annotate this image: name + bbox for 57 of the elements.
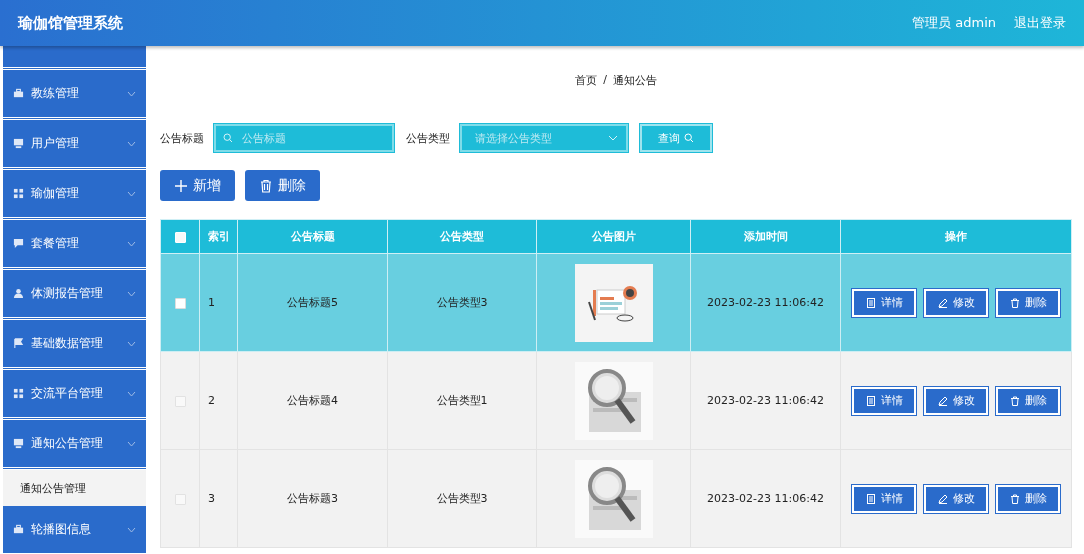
table-cell: 公告类型3	[387, 253, 537, 352]
delete-button[interactable]: 删除	[996, 386, 1060, 415]
edit-button[interactable]: 修改	[924, 288, 988, 317]
delete-button[interactable]: 删除	[996, 288, 1060, 317]
table-cell: 1	[199, 253, 238, 352]
menu-item[interactable]: 教练管理	[3, 70, 146, 120]
breadcrumb-current: 通知公告	[612, 73, 657, 89]
column-header: 索引	[199, 219, 238, 254]
delete-button[interactable]: 删除	[996, 484, 1060, 513]
table-cell: 2	[199, 351, 238, 450]
edit-button[interactable]: 修改	[924, 484, 988, 513]
column-header: 操作	[840, 219, 1072, 254]
app-title: 瑜伽馆管理系统	[18, 13, 124, 33]
menu-label: 基础数据管理	[31, 335, 104, 352]
menu-label: 用户管理	[31, 135, 80, 152]
menu-item[interactable]: 轮播图信息	[3, 506, 146, 554]
table-cell: 3	[199, 449, 238, 548]
menu-item[interactable]: 通知公告管理	[3, 420, 146, 470]
submenu-item[interactable]: 通知公告管理	[3, 470, 146, 506]
menu-item[interactable]: 交流平台管理	[3, 370, 146, 420]
user-label: 管理员 admin	[912, 14, 996, 32]
menu-item[interactable]: 体测报告管理	[3, 270, 146, 320]
add-button[interactable]: 新增	[160, 170, 235, 201]
delete-button[interactable]: 删除	[245, 170, 320, 201]
table-cell: 公告标题4	[237, 351, 388, 450]
field-label: 公告类型	[406, 130, 450, 146]
search-field[interactable]: 公告标题	[214, 124, 394, 152]
edit-button[interactable]: 修改	[924, 386, 988, 415]
table-cell: 公告标题5	[237, 253, 388, 352]
column-header: 添加时间	[690, 219, 841, 254]
menu-item[interactable]: 基础数据管理	[3, 320, 146, 370]
column-header: 公告标题	[237, 219, 388, 254]
menu-item[interactable]: 瑜伽管理	[3, 170, 146, 220]
menu-label: 套餐管理	[31, 235, 80, 252]
details-button[interactable]: 详情	[852, 288, 916, 317]
field-label: 公告标题	[160, 130, 204, 146]
menu-label: 轮播图信息	[31, 521, 92, 538]
details-button[interactable]: 详情	[852, 484, 916, 513]
column-header: 公告类型	[387, 219, 537, 254]
table-cell: 2023-02-23 11:06:42	[690, 351, 841, 450]
menu-label: 教练管理	[31, 85, 80, 102]
menu-item[interactable]: 套餐管理	[3, 220, 146, 270]
menu-label: 交流平台管理	[31, 385, 104, 402]
table-cell: 公告标题3	[237, 449, 388, 548]
breadcrumb-separator: /	[603, 73, 607, 88]
table-cell: 2023-02-23 11:06:42	[690, 253, 841, 352]
menu-item[interactable]: 用户管理	[3, 120, 146, 170]
table-cell: 公告类型3	[387, 449, 537, 548]
table-cell: 2023-02-23 11:06:42	[690, 449, 841, 548]
menu-label: 体测报告管理	[31, 285, 104, 302]
breadcrumb-link[interactable]: 首页	[575, 73, 598, 124]
menu-label: 瑜伽管理	[31, 185, 80, 202]
table-cell: 公告类型1	[387, 351, 537, 450]
column-header: 公告图片	[536, 219, 691, 254]
details-button[interactable]: 详情	[852, 386, 916, 415]
menu-label: 通知公告管理	[31, 435, 104, 452]
type-select[interactable]: 请选择公告类型	[460, 124, 628, 152]
